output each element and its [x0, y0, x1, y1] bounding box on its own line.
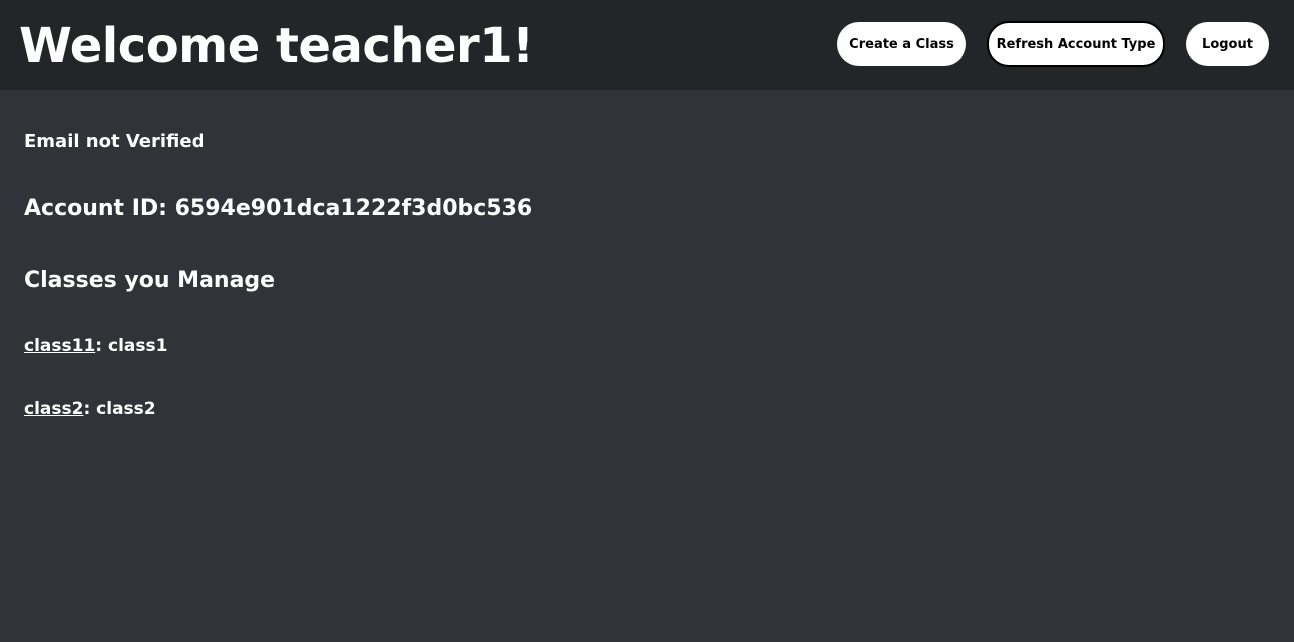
class-name: class2: [96, 399, 156, 419]
logout-button[interactable]: Logout: [1186, 22, 1269, 66]
classes-heading: Classes you Manage: [24, 268, 276, 293]
class-list-item: class2: class2: [24, 399, 156, 419]
page-title: Welcome teacher1!: [19, 18, 534, 74]
class-separator: :: [95, 336, 108, 356]
class-link[interactable]: class2: [24, 399, 83, 419]
class-name: class1: [108, 336, 168, 356]
account-id: Account ID: 6594e901dca1222f3d0bc536: [24, 196, 533, 221]
class-separator: :: [83, 399, 97, 419]
email-verification-status: Email not Verified: [24, 131, 205, 152]
create-class-button[interactable]: Create a Class: [837, 22, 966, 66]
refresh-account-type-button[interactable]: Refresh Account Type: [987, 21, 1165, 67]
class-list-item: class11: class1: [24, 336, 167, 356]
top-header: Welcome teacher1! Create a Class Refresh…: [0, 0, 1294, 90]
class-link[interactable]: class11: [24, 336, 95, 356]
